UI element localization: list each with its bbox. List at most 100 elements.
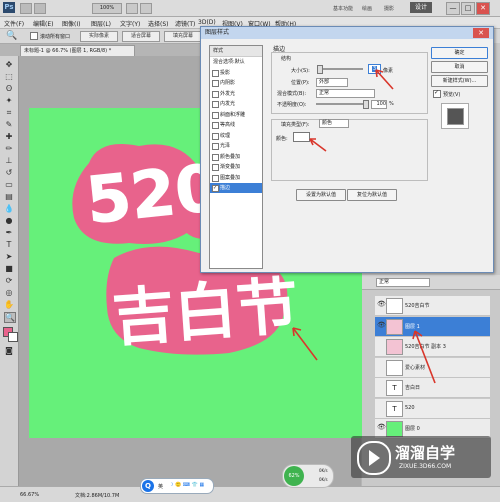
menu-image[interactable]: 图像(I) (62, 19, 80, 28)
actual-pixels-button[interactable]: 实际像素 (80, 31, 118, 42)
mini-bridge-icon[interactable] (34, 3, 46, 14)
move-tool-icon[interactable]: ✥ (4, 60, 14, 69)
quick-mask-icon[interactable]: ◙ (4, 346, 14, 355)
preview-checkbox[interactable]: ✓ (433, 89, 441, 98)
layer-visibility-eye-icon[interactable]: 👁 (377, 424, 386, 431)
layer-row[interactable]: 👁 520吉白节 (375, 296, 490, 316)
reset-default-button[interactable]: 复位为默认值 (347, 189, 397, 201)
history-brush-icon[interactable]: ↺ (4, 168, 14, 177)
menu-filter[interactable]: 滤镜(T) (175, 19, 195, 28)
arrange-icon[interactable] (126, 3, 138, 14)
eyedropper-icon[interactable]: ✎ (4, 120, 14, 129)
style-checkbox[interactable] (212, 122, 219, 129)
style-checkbox[interactable]: ✓ (212, 185, 219, 192)
marquee-tool-icon[interactable]: ⬚ (4, 72, 14, 81)
lasso-tool-icon[interactable]: ʘ (4, 84, 14, 93)
zoom-dropdown[interactable]: 100% (92, 3, 122, 14)
blend-mode-dropdown[interactable]: 正常 (316, 89, 375, 98)
ok-button[interactable]: 确定 (431, 47, 488, 59)
style-item[interactable]: 内发光 (210, 99, 262, 109)
fit-screen-button[interactable]: 适合屏幕 (122, 31, 160, 42)
workspace-painting[interactable]: 绘画 (362, 5, 372, 12)
style-item[interactable]: 纹理 (210, 131, 262, 141)
layer-visibility-eye-icon[interactable] (377, 342, 384, 349)
fill-type-dropdown[interactable]: 颜色 (319, 119, 349, 128)
fill-screen-button[interactable]: 填充屏幕 (164, 31, 202, 42)
style-item[interactable]: 内阴影 (210, 78, 262, 88)
workspace-photography[interactable]: 摄影 (384, 5, 394, 12)
style-checkbox[interactable] (212, 111, 219, 119)
maximize-button[interactable]: □ (461, 2, 475, 15)
healing-brush-icon[interactable]: ✚ (4, 132, 14, 141)
style-item[interactable]: 颜色叠加 (210, 152, 262, 162)
layer-visibility-eye-icon[interactable] (377, 383, 384, 390)
style-item[interactable]: 外发光 (210, 89, 262, 99)
style-item[interactable]: 投影 (210, 68, 262, 78)
size-slider-thumb[interactable] (317, 65, 323, 74)
path-selection-icon[interactable]: ➤ (4, 252, 14, 261)
scroll-all-windows-checkbox[interactable] (30, 32, 38, 40)
style-item[interactable]: 等高线 (210, 120, 262, 130)
style-checkbox[interactable] (212, 174, 219, 182)
make-default-button[interactable]: 设置为默认值 (296, 189, 346, 201)
design-workspace-button[interactable]: 设计 (410, 2, 432, 13)
close-window-button[interactable]: ✕ (476, 2, 490, 15)
3d-rotate-icon[interactable]: ⟳ (4, 276, 14, 285)
opacity-slider-track[interactable] (316, 103, 366, 105)
layer-visibility-eye-icon[interactable] (377, 363, 384, 370)
brush-tool-icon[interactable]: ✏ (4, 144, 14, 153)
layer-visibility-eye-icon[interactable]: 👁 (377, 321, 386, 329)
type-tool-icon[interactable]: T (4, 240, 14, 249)
style-checkbox[interactable] (212, 69, 219, 77)
style-checkbox[interactable] (212, 143, 219, 150)
menu-select[interactable]: 选择(S) (148, 19, 169, 28)
styles-header[interactable]: 样式 (210, 46, 262, 57)
screen-mode-icon[interactable] (140, 3, 152, 14)
ime-toolbar[interactable]: Q 英 ☽ 🙂 ⌨ 👕 ▦ (140, 478, 214, 494)
hand-tool-icon[interactable]: ✋ (4, 300, 14, 309)
network-monitor-widget[interactable]: 62% 0K/s 0K/s (282, 464, 334, 488)
layer-row[interactable]: T 520 (375, 398, 490, 419)
style-checkbox[interactable] (212, 90, 219, 98)
layer-blend-mode-dropdown[interactable]: 正常 (376, 278, 430, 287)
style-item[interactable]: ✓ 描边 (210, 183, 262, 193)
menu-layer[interactable]: 图层(L) (91, 19, 111, 28)
menu-3d[interactable]: 3D(D) (198, 19, 216, 26)
minimize-button[interactable]: — (446, 2, 460, 15)
size-slider-track[interactable] (317, 68, 363, 70)
style-item[interactable]: 混合选项:默认 (210, 57, 262, 67)
eraser-icon[interactable]: ▭ (4, 180, 14, 189)
opacity-slider-thumb[interactable] (363, 100, 369, 109)
bridge-icon[interactable] (20, 3, 32, 14)
style-item[interactable]: 斜面和浮雕 (210, 110, 262, 120)
blur-tool-icon[interactable]: 💧 (4, 204, 14, 213)
magic-wand-icon[interactable]: ✦ (4, 96, 14, 105)
shape-tool-icon[interactable]: ■ (4, 264, 14, 273)
crop-tool-icon[interactable]: ⌗ (4, 108, 14, 117)
gradient-tool-icon[interactable]: ▤ (4, 192, 14, 201)
style-checkbox[interactable] (212, 132, 219, 140)
style-checkbox[interactable] (212, 164, 219, 171)
style-item[interactable]: 图案叠加 (210, 173, 262, 183)
style-item[interactable]: 渐变叠加 (210, 162, 262, 172)
cancel-button[interactable]: 取消 (431, 61, 488, 73)
zoom-tool-icon[interactable]: 🔍 (4, 312, 16, 323)
zoom-tool-icon[interactable]: 🔍 (6, 31, 17, 41)
style-item[interactable]: 光泽 (210, 141, 262, 151)
style-checkbox[interactable] (212, 153, 219, 161)
position-dropdown[interactable]: 外部 (316, 78, 348, 87)
layer-visibility-eye-icon[interactable] (377, 404, 384, 411)
menu-edit[interactable]: 编辑(E) (33, 19, 53, 28)
workspace-essentials[interactable]: 基本功能 (333, 5, 353, 12)
menu-file[interactable]: 文件(F) (4, 19, 24, 28)
opacity-input[interactable]: 100 (371, 100, 387, 109)
dodge-tool-icon[interactable]: ● (4, 216, 14, 225)
background-color-swatch[interactable] (8, 332, 18, 342)
new-style-button[interactable]: 新建样式(W)... (431, 75, 488, 87)
layer-visibility-eye-icon[interactable]: 👁 (377, 301, 386, 308)
style-checkbox[interactable] (212, 80, 219, 87)
clone-stamp-icon[interactable]: ⊥ (4, 156, 14, 165)
menu-type[interactable]: 文字(Y) (120, 19, 140, 28)
pen-tool-icon[interactable]: ✒ (4, 228, 14, 237)
dialog-close-button[interactable]: ✕ (473, 28, 489, 38)
